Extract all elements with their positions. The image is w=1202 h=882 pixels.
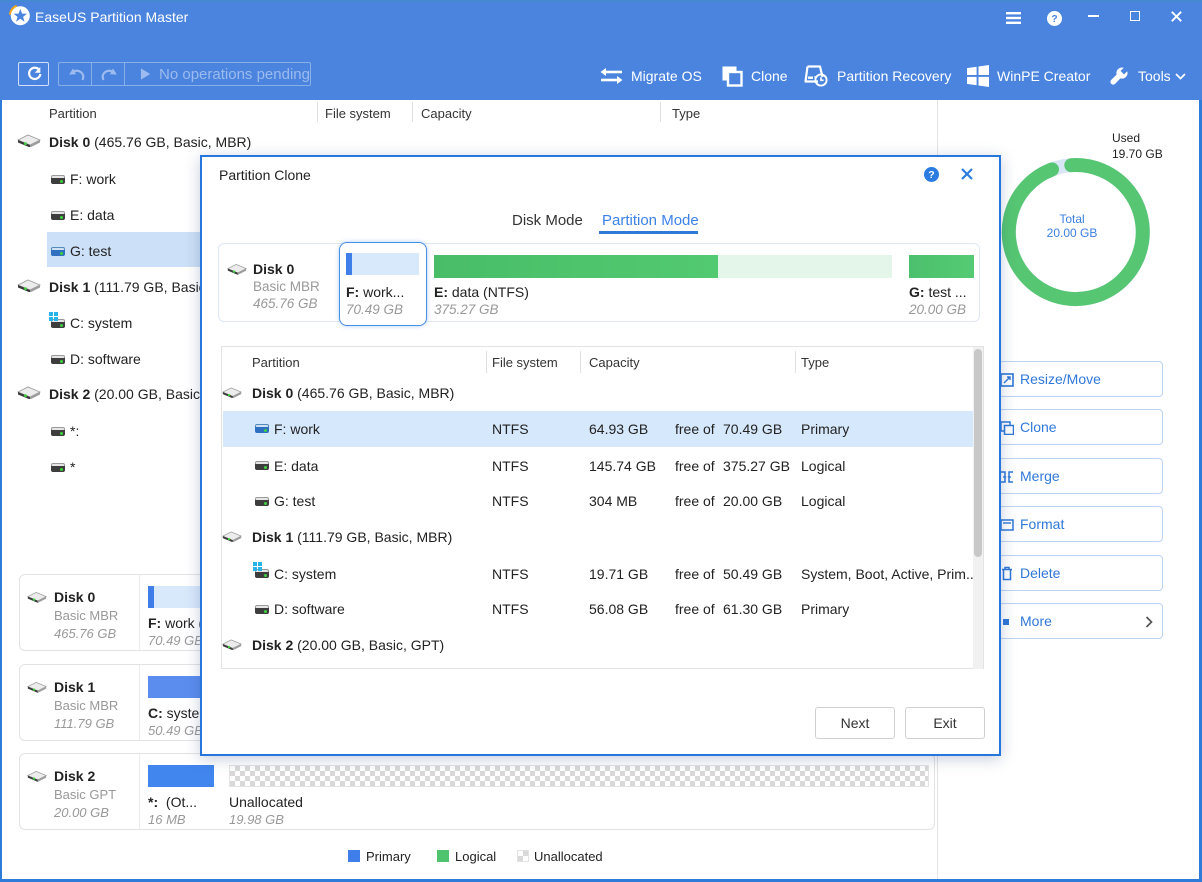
svg-text:?: ?: [928, 169, 934, 181]
svg-text:?: ?: [1051, 14, 1057, 25]
